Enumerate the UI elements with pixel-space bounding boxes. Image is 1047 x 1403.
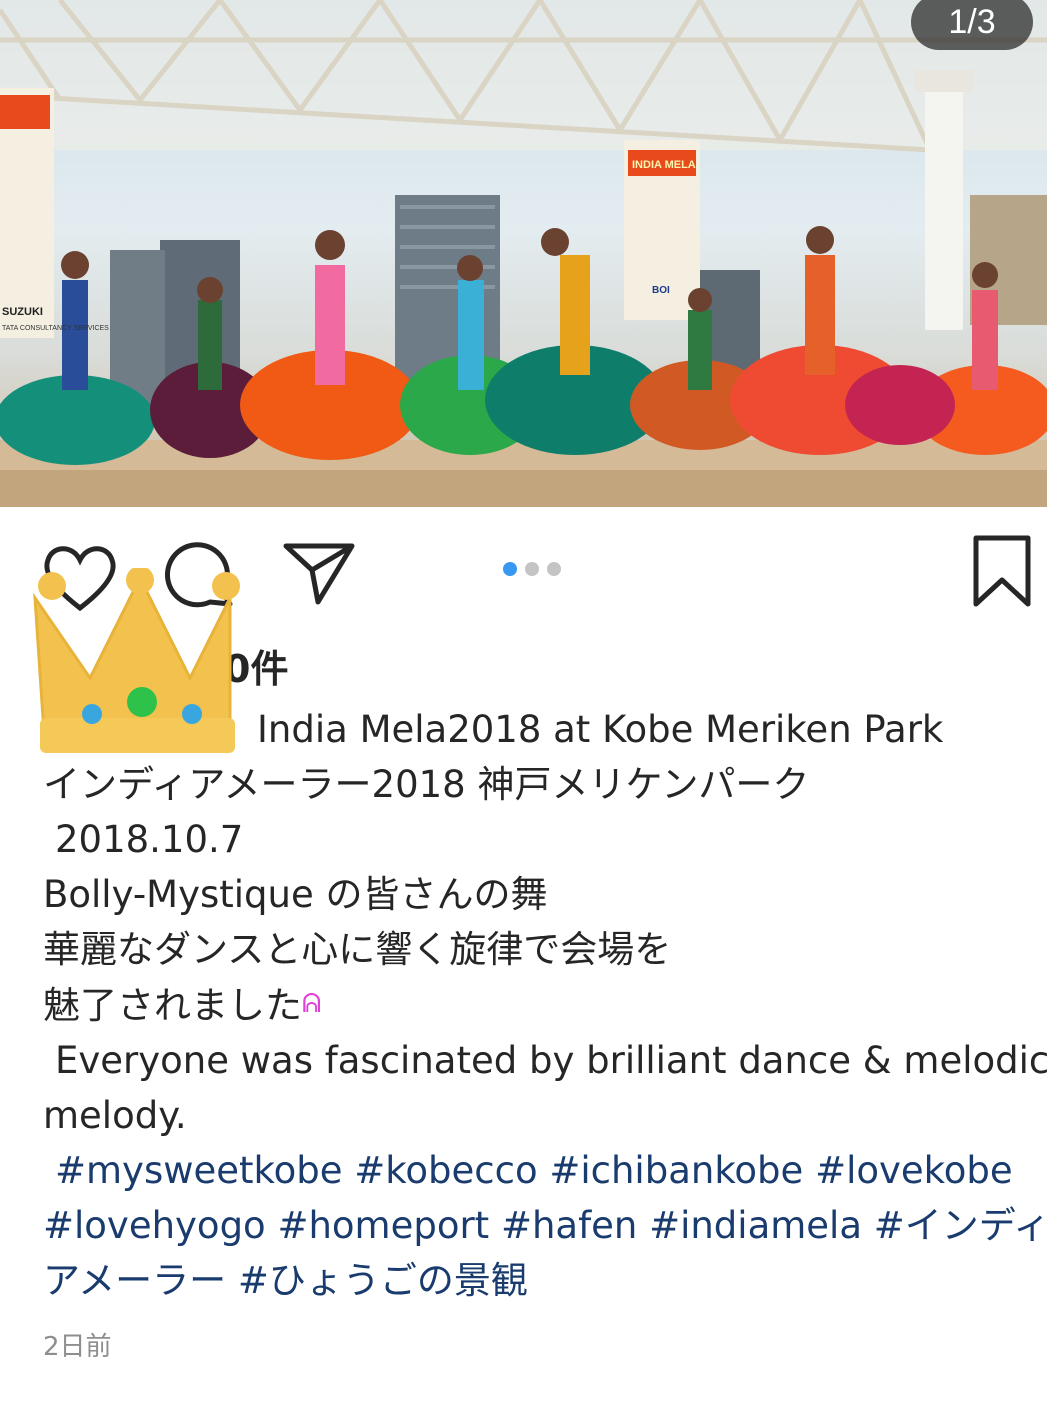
caption-line-6-text: 魅了されました — [43, 984, 302, 1027]
post-photo[interactable]: SUZUKI TATA CONSULTANCY SERVICES BOI IND… — [0, 0, 1047, 507]
emoji-icon: ᕱ — [302, 989, 322, 1019]
hashtags-line-1[interactable]: #mysweetkobe #kobecco #ichibankobe #love… — [43, 1143, 1043, 1198]
caption-line-8: melody. — [43, 1094, 187, 1137]
caption-line-2: インディアメーラー2018 神戸メリケンパーク — [43, 763, 810, 806]
carousel-indicator — [503, 562, 561, 576]
post-caption: India Mela2018 at Kobe Meriken Park インディ… — [43, 702, 1047, 1308]
dance-performance-image: SUZUKI TATA CONSULTANCY SERVICES BOI IND… — [0, 0, 1047, 507]
banner-india-mela: INDIA MELA — [632, 159, 696, 171]
sponsor-boi: BOI — [652, 285, 670, 296]
paper-plane-icon[interactable] — [280, 540, 360, 610]
bookmark-icon[interactable] — [970, 534, 1034, 610]
sponsor-tata: TATA CONSULTANCY SERVICES — [2, 325, 109, 332]
caption-line-5: 華麗なダンスと心に響く旋律で会場を — [43, 928, 672, 971]
carousel-dot-2 — [525, 562, 539, 576]
carousel-dot-1 — [503, 562, 517, 576]
caption-line-6: 魅了されましたᕱ — [43, 977, 1043, 1033]
hashtags-line-2[interactable]: #lovehyogo #homeport #hafen #indiamela #… — [43, 1198, 1047, 1253]
carousel-dot-3 — [547, 562, 561, 576]
caption-line-7: Everyone was fascinated by brilliant dan… — [55, 1039, 1047, 1082]
caption-line-4: Bolly-Mystique の皆さんの舞 — [43, 873, 548, 916]
caption-date: 2018.10.7 — [55, 818, 244, 861]
hashtags-line-3[interactable]: アメーラー #ひょうごの景観 — [43, 1253, 1043, 1308]
carousel-counter: 1/3 — [911, 0, 1033, 50]
sponsor-suzuki: SUZUKI — [2, 306, 43, 318]
post-timestamp: 2日前 — [43, 1332, 112, 1362]
caption-line-1: India Mela2018 at Kobe Meriken Park — [257, 708, 944, 751]
